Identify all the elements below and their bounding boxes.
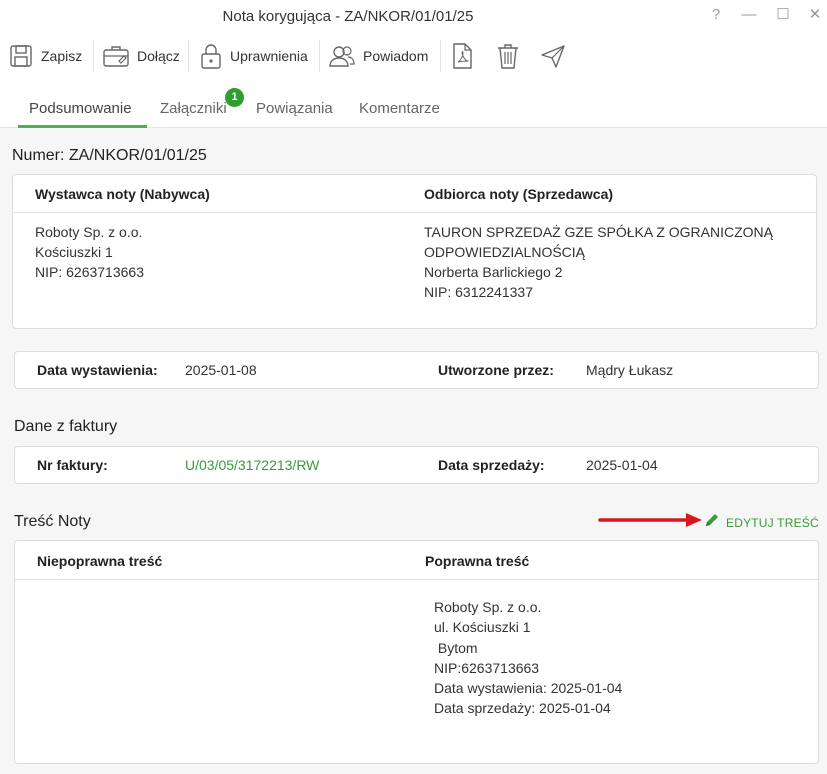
- window-title: Nota korygująca - ZA/NKOR/01/01/25: [222, 8, 474, 25]
- toolbar-divider: [93, 40, 94, 72]
- tab-relations[interactable]: Powiązania: [256, 100, 333, 117]
- issue-date-label: Data wystawienia:: [37, 362, 158, 378]
- save-button[interactable]: Zapisz: [8, 40, 82, 72]
- invoice-number-label: Nr faktury:: [37, 457, 108, 473]
- recipient-nip: NIP: 6312241337: [424, 284, 533, 300]
- created-by-value: Mądry Łukasz: [586, 362, 674, 378]
- issuer-nip: NIP: 6263713663: [35, 264, 144, 280]
- delete-button[interactable]: [496, 40, 520, 72]
- card-divider: [13, 212, 816, 213]
- correct-line: Data wystawienia: 2025-01-04: [434, 680, 623, 696]
- invoice-number-link[interactable]: U/03/05/3172213/RW: [185, 455, 319, 475]
- issuer-header: Wystawca noty (Nabywca): [35, 186, 210, 202]
- correct-line: Roboty Sp. z o.o.: [434, 599, 542, 615]
- pdf-button[interactable]: [450, 40, 474, 72]
- minimize-button[interactable]: —: [738, 5, 760, 25]
- tab-summary[interactable]: Podsumowanie: [29, 100, 132, 117]
- lock-icon: [199, 42, 223, 70]
- sale-date-value: 2025-01-04: [586, 457, 658, 473]
- save-label: Zapisz: [41, 48, 83, 64]
- invoice-card: Nr faktury: U/03/05/3172213/RW Data sprz…: [14, 446, 819, 484]
- note-content-title: Treść Noty: [14, 513, 91, 530]
- attachments-count-badge: 1: [225, 88, 244, 107]
- invoice-section-title: Dane z faktury: [14, 418, 118, 435]
- recipient-header: Odbiorca noty (Sprzedawca): [424, 186, 614, 202]
- recipient-name-cont: ODPOWIEDZIALNOŚCIĄ: [424, 244, 586, 260]
- attach-label: Dołącz: [137, 48, 180, 64]
- card-divider: [15, 579, 818, 580]
- note-content-card: Niepoprawna treść Poprawna treść Roboty …: [14, 540, 819, 764]
- issuer-name: Roboty Sp. z o.o.: [35, 224, 143, 240]
- close-button[interactable]: ✕: [804, 5, 826, 25]
- annotation-arrow-icon: [598, 513, 702, 527]
- attach-button[interactable]: Dołącz: [102, 40, 180, 72]
- send-icon: [540, 43, 566, 69]
- incorrect-content-header: Niepoprawna treść: [37, 553, 163, 569]
- notify-label: Powiadom: [363, 48, 429, 64]
- created-by-label: Utworzone przez:: [438, 362, 554, 378]
- issuer-street: Kościuszki 1: [35, 244, 113, 260]
- pencil-icon: [704, 512, 720, 533]
- toolbar: Zapisz Dołącz Uprawnienia Powiadom: [0, 36, 827, 76]
- recipient-name: TAURON SPRZEDAŻ GZE SPÓŁKA Z OGRANICZONĄ: [424, 224, 774, 240]
- meta-card: Data wystawienia: 2025-01-08 Utworzone p…: [14, 351, 819, 389]
- save-icon: [8, 43, 34, 69]
- sale-date-label: Data sprzedaży:: [438, 457, 545, 473]
- tab-attachments[interactable]: Załączniki: [160, 100, 227, 117]
- trash-icon: [496, 42, 520, 70]
- help-button[interactable]: ?: [705, 5, 727, 25]
- permissions-label: Uprawnienia: [230, 48, 308, 64]
- recipient-street: Norberta Barlickiego 2: [424, 264, 563, 280]
- correct-line: Bytom: [434, 640, 478, 656]
- correct-line: Data sprzedaży: 2025-01-04: [434, 700, 611, 716]
- edit-content-button[interactable]: EDYTUJ TREŚĆ: [704, 512, 819, 533]
- permissions-button[interactable]: Uprawnienia: [199, 40, 308, 72]
- notify-button[interactable]: Powiadom: [328, 40, 428, 72]
- issue-date-value: 2025-01-08: [185, 362, 257, 378]
- toolbar-divider: [440, 40, 441, 72]
- maximize-button[interactable]: ☐: [772, 5, 794, 25]
- title-bar: Nota korygująca - ZA/NKOR/01/01/25 ? — ☐…: [0, 0, 827, 34]
- correct-line: NIP:6263713663: [434, 660, 540, 676]
- users-icon: [328, 43, 356, 69]
- pdf-icon: [450, 42, 474, 70]
- briefcase-icon: [102, 43, 130, 69]
- tab-bar: Podsumowanie Załączniki Powiązania Komen…: [0, 92, 827, 128]
- parties-card: Wystawca noty (Nabywca) Odbiorca noty (S…: [12, 174, 817, 329]
- send-button[interactable]: [540, 40, 566, 72]
- toolbar-divider: [188, 40, 189, 72]
- correct-content-header: Poprawna treść: [425, 553, 530, 569]
- edit-content-label: EDYTUJ TREŚĆ: [726, 515, 819, 530]
- toolbar-divider: [319, 40, 320, 72]
- correct-line: ul. Kościuszki 1: [434, 619, 531, 635]
- tab-comments[interactable]: Komentarze: [359, 100, 440, 117]
- document-number: Numer: ZA/NKOR/01/01/25: [12, 147, 207, 164]
